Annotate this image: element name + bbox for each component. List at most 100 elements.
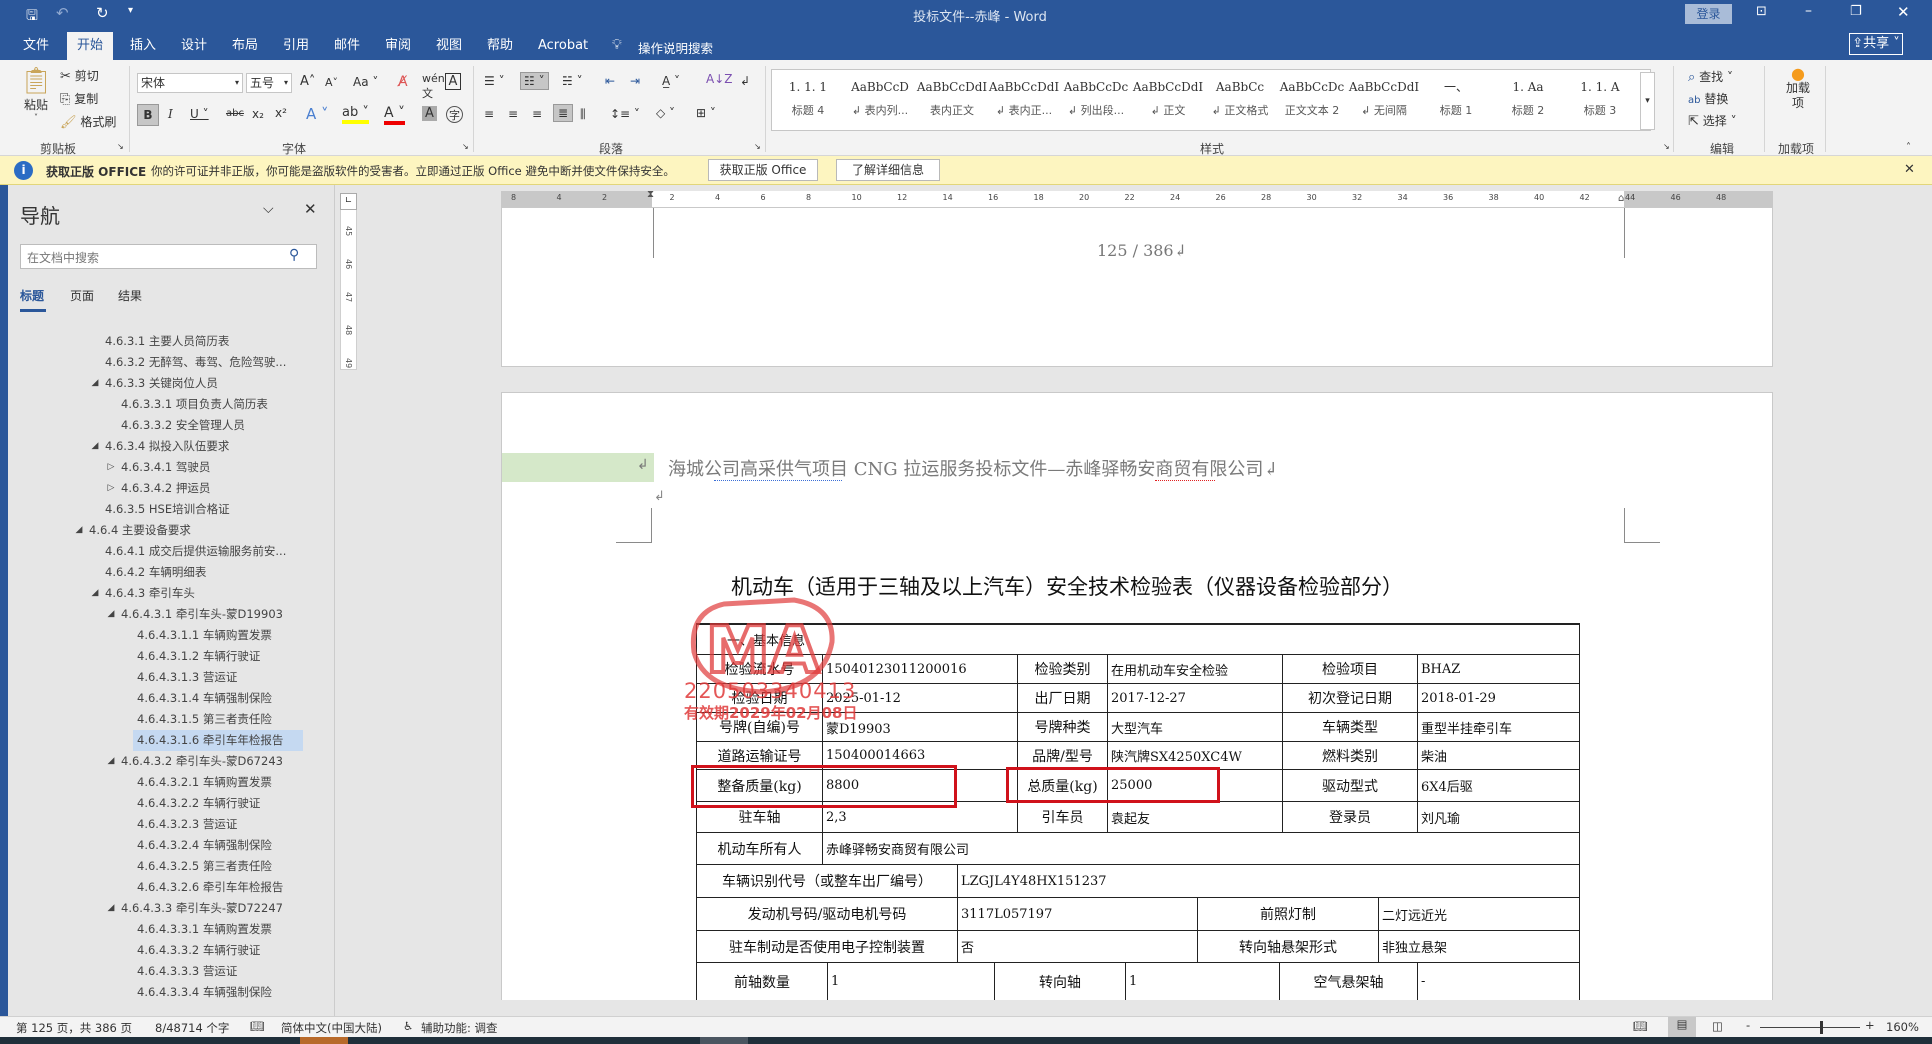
bold-button[interactable]: B (137, 104, 159, 126)
nav-tab-headings[interactable]: 标题 (20, 287, 44, 304)
zoom-out-button[interactable]: - (1746, 1018, 1750, 1032)
shading-icon[interactable]: ◇ ˅ (656, 106, 675, 120)
horizontal-ruler[interactable]: ⧗ ⌂ 8 4 2 2 4 6 8 10 12 14 16 18 20 22 24 26 28 30 32 34 36 3… (501, 189, 1773, 207)
italic-button[interactable]: I (168, 107, 173, 121)
dialog-launcher-icon[interactable]: ↘ (1663, 142, 1670, 151)
cut-button[interactable]: ✂ 剪切 (60, 67, 99, 84)
close-icon[interactable]: ✕ (304, 200, 317, 218)
get-genuine-office-button[interactable]: 获取正版 Office (708, 159, 818, 181)
paste-button[interactable]: 📋︎ 粘贴 ˅ (18, 66, 54, 122)
tab-insert[interactable]: 插入 (120, 32, 166, 60)
close-button[interactable]: ✕ (1897, 3, 1910, 21)
vertical-ruler[interactable]: ∟ 45 46 47 48 49 (340, 195, 357, 370)
tab-selector-button[interactable]: ∟ (340, 193, 357, 210)
tab-mailings[interactable]: 邮件 (324, 32, 370, 60)
text-effects-icon[interactable]: A ˅ (306, 105, 329, 123)
dialog-launcher-icon[interactable]: ↘ (462, 142, 469, 151)
tell-me-search[interactable]: 操作说明搜索 (638, 38, 713, 57)
grow-font-icon[interactable]: A˄ (300, 74, 315, 89)
tab-home[interactable]: 开始 (67, 32, 114, 60)
font-name-select[interactable]: 宋体 ▾ (137, 73, 243, 93)
proofing-icon[interactable]: 📖︎ (250, 1019, 265, 1033)
language-indicator[interactable]: 简体中文(中国大陆) (281, 1020, 382, 1036)
nav-tab-pages[interactable]: 页面 (70, 287, 94, 304)
right-indent-marker-icon[interactable]: ⌂ (1618, 193, 1624, 204)
style-item[interactable]: AaBbCcDc ↲ 列出段... (1060, 70, 1132, 130)
collapse-ribbon-icon[interactable]: ˄ (1906, 142, 1911, 153)
shrink-font-icon[interactable]: A˅ (325, 76, 338, 89)
font-color-icon[interactable]: A ˅ (384, 105, 406, 125)
justify-icon[interactable]: ≣ (553, 104, 574, 122)
login-button[interactable]: 登录 (1685, 4, 1732, 24)
align-right-icon[interactable]: ≡ (532, 107, 542, 121)
expanded-triangle-icon[interactable]: ◢ (105, 604, 117, 625)
print-layout-icon[interactable]: ▤ (1668, 1017, 1696, 1037)
nav-heading-item[interactable]: 4.6.4.3.1.6 牵引车年检报告 (133, 730, 303, 751)
format-painter-button[interactable]: 🖌︎ 格式刷 (60, 113, 116, 130)
expanded-triangle-icon[interactable]: ◢ (105, 898, 117, 919)
borders-icon[interactable]: ⊞ ˅ (696, 106, 716, 120)
save-icon[interactable]: 🖫 (26, 5, 38, 29)
highlight-color-icon[interactable]: ab ˅ (342, 105, 369, 124)
expanded-triangle-icon[interactable]: ◢ (89, 583, 101, 604)
tab-help[interactable]: 帮助 (477, 32, 523, 60)
word-count[interactable]: 8/48714 个字 (155, 1020, 229, 1036)
select-button[interactable]: ⇱ 选择 ˅ (1688, 112, 1737, 129)
search-icon[interactable]: ⚲ (289, 247, 299, 263)
style-item[interactable]: AaBbCcDdI ↲ 正文 (1132, 70, 1204, 130)
collapsed-triangle-icon[interactable]: ▷ (105, 457, 117, 478)
style-item[interactable]: 1. 1. 1 标题 4 (772, 70, 844, 130)
tab-view[interactable]: 视图 (426, 32, 472, 60)
read-mode-icon[interactable]: 📖︎ (1633, 1019, 1648, 1033)
nav-search-input[interactable]: 在文档中搜索 ⚲ (20, 244, 317, 269)
sort-icon[interactable]: A↓Z (706, 72, 732, 86)
document-header[interactable]: 海城公司高采供气项目 CNG 拉运服务投标文件—赤峰驿畅安商贸有限公司↲ (668, 455, 1278, 481)
expanded-triangle-icon[interactable]: ◢ (89, 436, 101, 457)
tab-acrobat[interactable]: Acrobat (528, 32, 598, 60)
strikethrough-button[interactable]: abc (226, 108, 244, 119)
enclose-characters-icon[interactable]: 字 (446, 106, 463, 123)
align-left-icon[interactable]: ≡ (484, 107, 494, 121)
asian-layout-icon[interactable]: A̲ ˅ (662, 74, 680, 88)
zoom-slider-thumb[interactable] (1820, 1021, 1823, 1034)
numbering-icon[interactable]: ☷ ˅ (520, 72, 549, 90)
phonetic-guide-icon[interactable]: wén 文 (422, 72, 445, 101)
style-item[interactable]: 1. 1. A 标题 3 (1564, 70, 1636, 130)
style-item[interactable]: 1. Aa 标题 2 (1492, 70, 1564, 130)
expanded-triangle-icon[interactable]: ◢ (105, 751, 117, 772)
tab-review[interactable]: 审阅 (375, 32, 421, 60)
page-count[interactable]: 第 125 页，共 386 页 (16, 1020, 132, 1036)
style-item[interactable]: 一、 标题 1 (1420, 70, 1492, 130)
character-shading-icon[interactable]: A (422, 106, 437, 121)
restore-button[interactable]: ❐ (1850, 4, 1862, 19)
tab-references[interactable]: 引用 (273, 32, 319, 60)
indent-marker-icon[interactable]: ⧗ (647, 189, 654, 200)
copy-button[interactable]: ⎘ 复制 (60, 90, 98, 107)
character-border-icon[interactable]: A (445, 73, 461, 90)
dialog-launcher-icon[interactable]: ↘ (754, 142, 761, 151)
undo-icon[interactable]: ↶ (56, 4, 69, 22)
show-marks-icon[interactable]: ↲ (740, 74, 750, 88)
minimize-button[interactable]: – (1805, 3, 1812, 19)
style-item[interactable]: AaBbCcDdI ↲ 无间隔 (1348, 70, 1420, 130)
distributed-icon[interactable]: ⫼ (580, 107, 586, 122)
superscript-button[interactable]: x² (275, 106, 287, 120)
tab-layout[interactable]: 布局 (222, 32, 268, 60)
zoom-slider[interactable] (1760, 1027, 1860, 1028)
style-item[interactable]: AaBbCcDdI ↲ 表内正... (988, 70, 1060, 130)
expanded-triangle-icon[interactable]: ◢ (73, 520, 85, 541)
ribbon-display-options-icon[interactable]: ⊡ (1756, 4, 1767, 19)
underline-button[interactable]: U ˅ (190, 107, 209, 121)
multilevel-list-icon[interactable]: ☵ ˅ (562, 74, 583, 88)
tab-file[interactable]: 文件 (13, 32, 59, 60)
find-button[interactable]: ⌕ 查找 ˅ (1688, 68, 1733, 85)
accessibility-status[interactable]: 辅助功能: 调查 (421, 1020, 498, 1036)
style-item[interactable]: AaBbCcDdI 表内正文 (916, 70, 988, 130)
collapsed-triangle-icon[interactable]: ▷ (105, 478, 117, 499)
redo-icon[interactable]: ↻ (96, 4, 109, 22)
change-case-button[interactable]: Aa ˅ (353, 75, 378, 89)
style-item[interactable]: AaBbCc ↲ 正文格式 (1204, 70, 1276, 130)
styles-more-button[interactable]: ▾ (1640, 72, 1655, 130)
style-item[interactable]: AaBbCcDc 正文文本 2 (1276, 70, 1348, 130)
expanded-triangle-icon[interactable]: ◢ (89, 373, 101, 394)
